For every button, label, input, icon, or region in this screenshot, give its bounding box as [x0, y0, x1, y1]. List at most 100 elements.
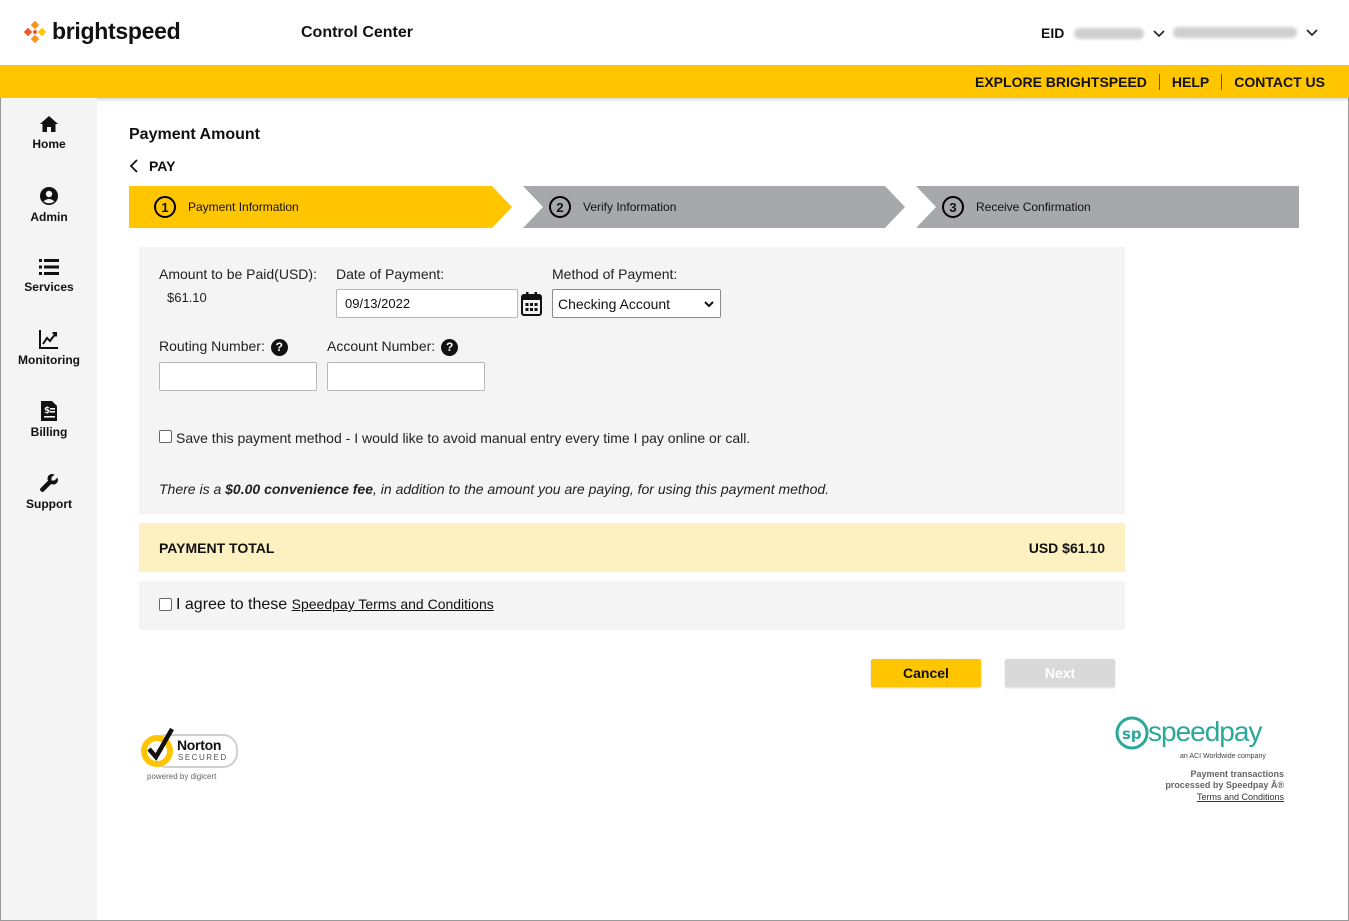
cancel-button[interactable]: Cancel — [871, 659, 981, 687]
payment-total-value: USD $61.10 — [1028, 540, 1105, 556]
sidebar-item-label: Support — [26, 497, 72, 511]
stepper-background — [129, 186, 1299, 228]
svg-text:sp: sp — [1122, 725, 1142, 743]
sidebar-item-services[interactable]: Services — [1, 258, 97, 294]
date-of-payment-input[interactable]: 09/13/2022 — [336, 289, 518, 318]
step-verify-information: 2 Verify Information — [549, 186, 676, 228]
fee-amount: $0.00 convenience fee — [225, 481, 374, 497]
sidebar-item-label: Monitoring — [18, 353, 80, 367]
speedpay-branding: sp speedpay an ACI Worldwide company Pay… — [1110, 713, 1290, 808]
chevron-down-icon — [1153, 30, 1165, 38]
sidebar-item-monitoring[interactable]: Monitoring — [1, 329, 97, 367]
method-label: Method of Payment: — [552, 266, 678, 282]
brand-name: brightspeed — [52, 18, 181, 44]
next-button[interactable]: Next — [1005, 659, 1115, 687]
eid-label: EID — [1041, 25, 1065, 41]
sidebar-item-support[interactable]: Support — [1, 473, 97, 511]
routing-number-label: Routing Number:? — [159, 338, 288, 356]
step-receive-confirmation: 3 Receive Confirmation — [942, 186, 1091, 228]
terms-link[interactable]: Speedpay Terms and Conditions — [292, 596, 494, 612]
step-number: 2 — [549, 196, 571, 218]
norton-secured: SECURED — [178, 753, 228, 762]
payment-form: Amount to be Paid(USD): $61.10 Date of P… — [139, 247, 1125, 514]
divider — [1221, 74, 1223, 90]
date-value: 09/13/2022 — [345, 296, 411, 311]
routing-number-input[interactable] — [159, 362, 317, 391]
top-header: brightspeed Control Center EID — [0, 0, 1349, 65]
step-label: Payment Information — [188, 200, 299, 214]
save-payment-method-label: Save this payment method - I would like … — [176, 430, 751, 446]
invoice-icon: $ — [41, 401, 57, 421]
list-icon — [39, 259, 59, 275]
user-menu[interactable] — [1173, 25, 1319, 39]
explore-brightspeed-link[interactable]: EXPLORE BRIGHTSPEED — [975, 74, 1147, 90]
method-value: Checking Account — [558, 295, 671, 312]
brand-logo[interactable]: brightspeed — [24, 18, 181, 45]
agree-terms-label: I agree to these Speedpay Terms and Cond… — [176, 596, 494, 614]
sidebar: Home Admin Services Monitoring $ Billing… — [1, 98, 97, 920]
date-label: Date of Payment: — [336, 266, 445, 282]
account-number-label: Account Number:? — [327, 338, 459, 356]
sidebar-item-home[interactable]: Home — [1, 115, 97, 151]
account-number-input[interactable] — [327, 362, 485, 391]
app-title: Control Center — [301, 24, 413, 41]
sidebar-item-label: Billing — [30, 425, 68, 439]
calendar-icon[interactable] — [521, 292, 542, 316]
username-redacted — [1173, 26, 1297, 38]
sidebar-item-admin[interactable]: Admin — [1, 186, 97, 224]
step-payment-information: 1 Payment Information — [154, 186, 299, 228]
fee-suffix: , in addition to the amount you are payi… — [373, 481, 830, 497]
chevron-down-icon — [704, 300, 714, 307]
sidebar-item-billing[interactable]: $ Billing — [1, 401, 97, 439]
speedpay-tagline: an ACI Worldwide company — [1180, 753, 1266, 760]
user-circle-icon — [40, 187, 58, 205]
terms-agreement-bar: I agree to these Speedpay Terms and Cond… — [139, 581, 1125, 630]
help-link[interactable]: HELP — [1172, 74, 1209, 90]
svg-text:$: $ — [44, 406, 50, 416]
speedpay-line1: Payment transactions — [1190, 769, 1284, 779]
amount-label: Amount to be Paid(USD): — [159, 266, 317, 282]
save-payment-method-checkbox[interactable] — [159, 430, 172, 443]
norton-name: Norton — [177, 737, 222, 753]
divider — [1158, 74, 1160, 90]
step-label: Verify Information — [583, 200, 677, 214]
norton-powered: powered by digicert — [147, 772, 217, 781]
fee-prefix: There is a — [159, 481, 226, 497]
routing-label-text: Routing Number: — [159, 338, 265, 354]
amount-value: $61.10 — [167, 290, 207, 305]
speedpay-logo-icon: sp — [1115, 716, 1149, 750]
help-icon[interactable]: ? — [270, 338, 288, 356]
help-icon[interactable]: ? — [441, 338, 459, 356]
payment-total-bar: PAYMENT TOTAL USD $61.10 — [139, 523, 1125, 572]
brightspeed-logo-icon — [24, 20, 46, 43]
speedpay-terms-link[interactable]: Terms and Conditions — [1197, 792, 1284, 802]
sidebar-item-label: Admin — [30, 210, 68, 224]
utility-bar: EXPLORE BRIGHTSPEED HELP CONTACT US — [0, 65, 1349, 98]
step-number: 1 — [154, 196, 176, 218]
agree-text: I agree to these — [176, 596, 292, 613]
page-title: Payment Amount — [129, 126, 260, 143]
agree-terms-checkbox[interactable] — [159, 598, 172, 611]
account-label-text: Account Number: — [327, 338, 436, 354]
speedpay-wordmark: speedpay — [1148, 716, 1262, 747]
step-number: 3 — [942, 196, 964, 218]
eid-value-redacted — [1074, 27, 1145, 39]
back-label: PAY — [149, 158, 176, 174]
sidebar-item-label: Home — [32, 137, 66, 151]
chevron-down-icon — [1306, 29, 1318, 37]
home-icon — [40, 116, 58, 132]
step-label: Receive Confirmation — [976, 200, 1091, 214]
progress-stepper: 1 Payment Information 2 Verify Informati… — [129, 186, 1299, 228]
eid-selector[interactable]: EID — [1041, 25, 1166, 41]
back-link[interactable]: PAY — [129, 158, 175, 174]
utility-links: EXPLORE BRIGHTSPEED HELP CONTACT US — [975, 74, 1325, 90]
convenience-fee-note: There is a $0.00 convenience fee, in add… — [159, 481, 829, 497]
payment-total-label: PAYMENT TOTAL — [159, 540, 275, 556]
contact-us-link[interactable]: CONTACT US — [1234, 74, 1325, 90]
chevron-left-icon — [129, 159, 138, 173]
norton-secured-badge[interactable]: Norton SECURED powered by digicert — [139, 727, 249, 785]
speedpay-line2: processed by Speedpay Â® — [1165, 780, 1284, 790]
method-of-payment-select[interactable]: Checking Account — [552, 289, 721, 318]
chart-line-icon — [39, 330, 58, 349]
sidebar-item-label: Services — [24, 280, 74, 294]
